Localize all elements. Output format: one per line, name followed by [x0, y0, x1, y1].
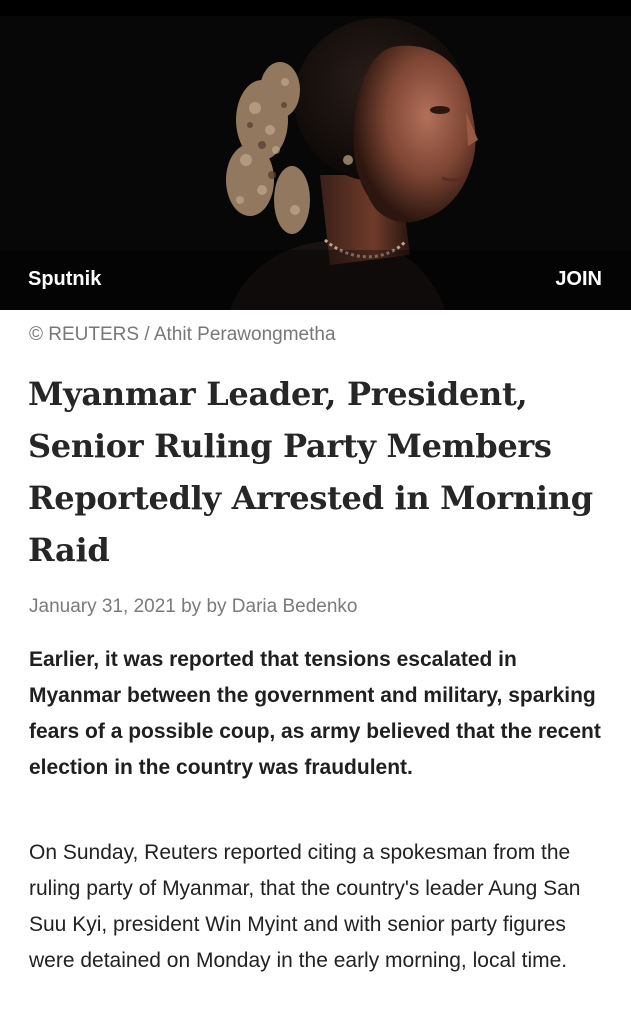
photo-credit: © REUTERS / Athit Perawongmetha [29, 324, 336, 345]
hero-image: Sputnik JOIN [0, 0, 631, 310]
channel-name[interactable]: Sputnik [28, 268, 101, 291]
portrait-photo [0, 0, 631, 310]
article-title: Myanmar Leader, President, Senior Ruling… [28, 375, 593, 569]
article-lead: Earlier, it was reported that tensions e… [29, 648, 601, 779]
article-byline: January 31, 2021 by by Daria Bedenko [29, 596, 358, 617]
article-paragraph: On Sunday, Reuters reported citing a spo… [29, 841, 581, 972]
join-button[interactable]: JOIN [555, 268, 602, 291]
